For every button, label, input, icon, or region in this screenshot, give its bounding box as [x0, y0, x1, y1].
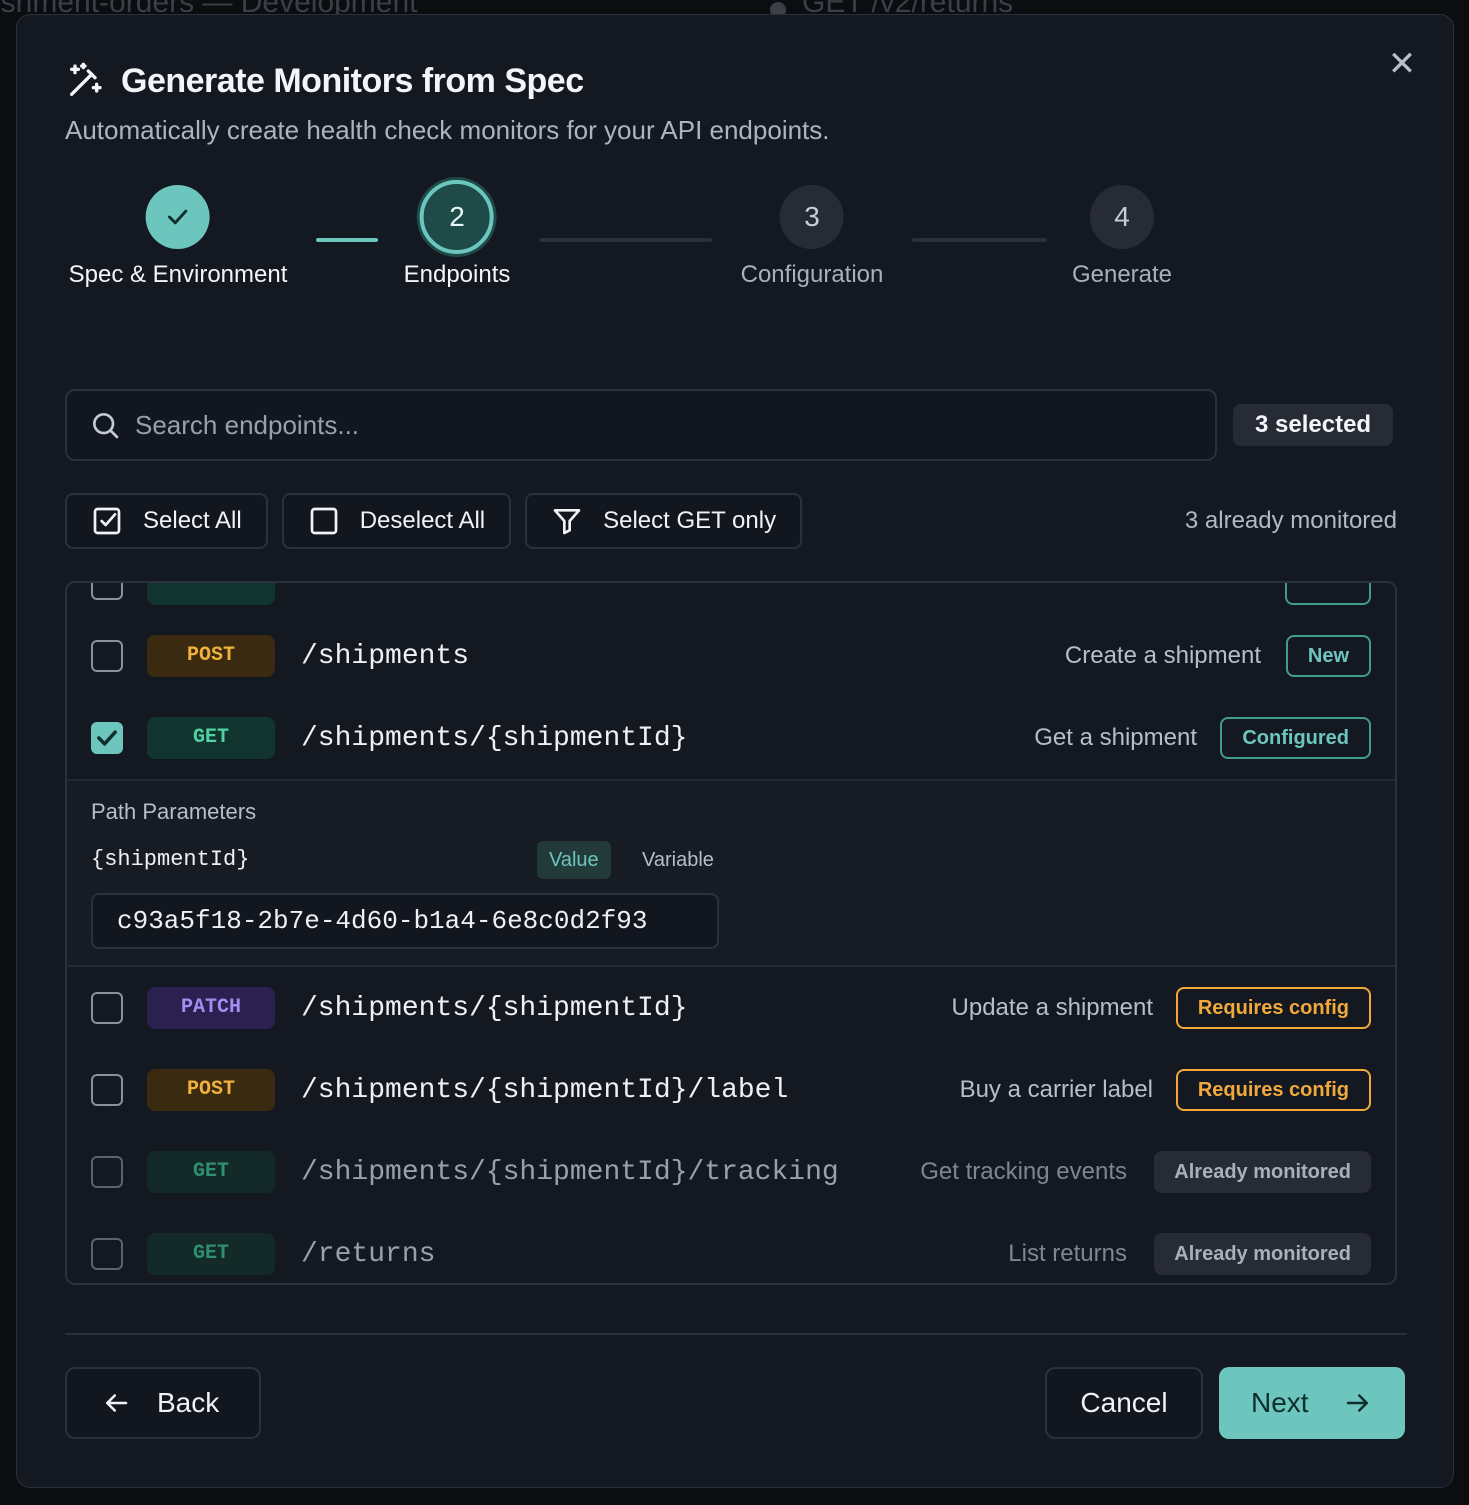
endpoint-checkbox[interactable] — [91, 1156, 123, 1188]
checkbox-empty-icon — [310, 507, 338, 535]
footer-divider — [65, 1333, 1407, 1335]
search-icon — [93, 413, 119, 439]
method-badge: POST — [147, 1069, 275, 1111]
method-badge: GET — [147, 717, 275, 759]
method-badge: GET — [147, 1151, 275, 1193]
step-connector — [912, 238, 1047, 242]
endpoint-path: /returns — [301, 1238, 436, 1270]
deselect-all-label: Deselect All — [359, 507, 486, 534]
endpoint-checkbox[interactable] — [91, 640, 123, 672]
select-get-only-button[interactable]: Select GET only — [525, 493, 803, 549]
endpoint-list: GET New POST /shipments Create a shipmen… — [65, 581, 1397, 1285]
step-spec-environment[interactable]: Spec & Environment — [68, 185, 288, 289]
select-all-button[interactable]: Select All — [65, 493, 268, 549]
endpoint-path: /shipments/{shipmentId} — [301, 722, 688, 754]
magic-wand-icon — [70, 62, 102, 97]
back-label: Back — [157, 1387, 220, 1418]
step-endpoints[interactable]: 2 Endpoints — [403, 180, 511, 289]
status-badge: Configured — [1220, 717, 1371, 759]
search-box — [65, 389, 1217, 461]
step-generate[interactable]: 4 Generate — [1072, 185, 1172, 289]
method-badge: GET — [147, 1233, 275, 1275]
endpoint-path: /shipments/{shipmentId} — [301, 992, 688, 1024]
endpoint-description: Update a shipment — [951, 994, 1153, 1021]
selection-toolbar: Select All Deselect All Select GET only — [65, 493, 803, 549]
list-item[interactable]: POST /shipments Create a shipment New — [67, 615, 1395, 697]
endpoint-path: /shipments — [301, 640, 470, 672]
mode-variable-toggle[interactable]: Variable — [630, 841, 726, 879]
status-badge: New — [1285, 635, 1371, 677]
list-item[interactable]: GET /shipments/{shipmentId}/tracking Get… — [67, 1131, 1395, 1213]
close-icon[interactable]: ✕ — [1387, 47, 1417, 81]
check-icon — [97, 730, 117, 746]
select-get-only-label: Select GET only — [603, 507, 777, 534]
endpoint-checkbox[interactable] — [91, 992, 123, 1024]
back-button[interactable]: Back — [65, 1367, 261, 1439]
step-label: Configuration — [740, 261, 884, 288]
endpoint-description: Get a shipment — [1034, 724, 1197, 751]
status-badge: Requires config — [1175, 987, 1371, 1029]
step-connector — [316, 238, 378, 242]
select-all-label: Select All — [143, 507, 242, 534]
method-badge: PATCH — [147, 987, 275, 1029]
status-badge: Already monitored — [1154, 1233, 1371, 1275]
step-configuration[interactable]: 3 Configuration — [740, 185, 884, 289]
endpoint-path: /shipments/{shipmentId}/tracking — [301, 1156, 839, 1188]
arrow-right-icon — [1346, 1394, 1368, 1412]
list-item[interactable]: POST /shipments/{shipmentId}/label Buy a… — [67, 1049, 1395, 1131]
endpoint-description: Get tracking events — [920, 1158, 1127, 1185]
step-number: 3 — [779, 185, 844, 249]
selected-count-badge: 3 selected — [1233, 404, 1394, 446]
step-label: Spec & Environment — [68, 261, 288, 288]
endpoint-description: Create a shipment — [1064, 642, 1261, 669]
endpoint-checkbox[interactable] — [91, 1238, 123, 1270]
list-item[interactable]: PATCH /shipments/{shipmentId} Update a s… — [67, 967, 1395, 1049]
endpoint-checkbox[interactable] — [91, 583, 123, 600]
status-badge: New — [1285, 583, 1371, 605]
checkbox-checked-icon — [93, 507, 121, 535]
endpoint-checkbox[interactable] — [91, 722, 123, 754]
step-label: Endpoints — [403, 261, 511, 288]
step-number: 4 — [1089, 185, 1154, 249]
wizard-stepper: Spec & Environment 2 Endpoints 3 Configu… — [17, 180, 1453, 315]
status-badge: Already monitored — [1154, 1151, 1371, 1193]
cancel-button[interactable]: Cancel — [1045, 1367, 1203, 1439]
path-parameters-title: Path Parameters — [91, 799, 257, 824]
path-parameters-panel: Path Parameters {shipmentId} Value Varia… — [67, 779, 1395, 967]
already-monitored-count: 3 already monitored — [1184, 507, 1397, 534]
step-connector — [539, 238, 712, 242]
path-parameter-value-input[interactable] — [91, 893, 719, 949]
deselect-all-button[interactable]: Deselect All — [281, 493, 512, 549]
mode-value-toggle[interactable]: Value — [537, 841, 611, 879]
next-label: Next — [1251, 1387, 1309, 1418]
path-parameter-name: {shipmentId} — [91, 847, 250, 872]
endpoint-description: List returns — [1008, 1240, 1127, 1267]
step-number: 2 — [420, 180, 494, 254]
search-input[interactable] — [135, 409, 1135, 441]
endpoint-checkbox[interactable] — [91, 1074, 123, 1106]
next-button[interactable]: Next — [1219, 1367, 1405, 1439]
dialog-header: Generate Monitors from Spec Automaticall… — [65, 61, 830, 146]
cancel-label: Cancel — [1080, 1387, 1168, 1418]
step-complete-check-icon — [146, 185, 210, 249]
endpoint-description: Buy a carrier label — [959, 1076, 1153, 1103]
list-item[interactable]: GET /returns List returns Already monito… — [67, 1213, 1395, 1283]
endpoint-path: /shipments/{shipmentId}/label — [301, 1074, 789, 1106]
dialog-subtitle: Automatically create health check monito… — [65, 115, 830, 145]
arrow-left-icon — [106, 1394, 128, 1412]
method-badge: GET — [147, 583, 275, 605]
filter-icon — [553, 509, 581, 535]
step-label: Generate — [1071, 261, 1173, 288]
generate-monitors-dialog: ✕ Generate Monitors from Spec Automatica… — [16, 14, 1454, 1488]
status-badge: Requires config — [1175, 1069, 1371, 1111]
list-item[interactable]: GET /shipments/{shipmentId} Get a shipme… — [67, 697, 1395, 779]
method-badge: POST — [147, 635, 275, 677]
dialog-title: Generate Monitors from Spec — [121, 61, 584, 100]
